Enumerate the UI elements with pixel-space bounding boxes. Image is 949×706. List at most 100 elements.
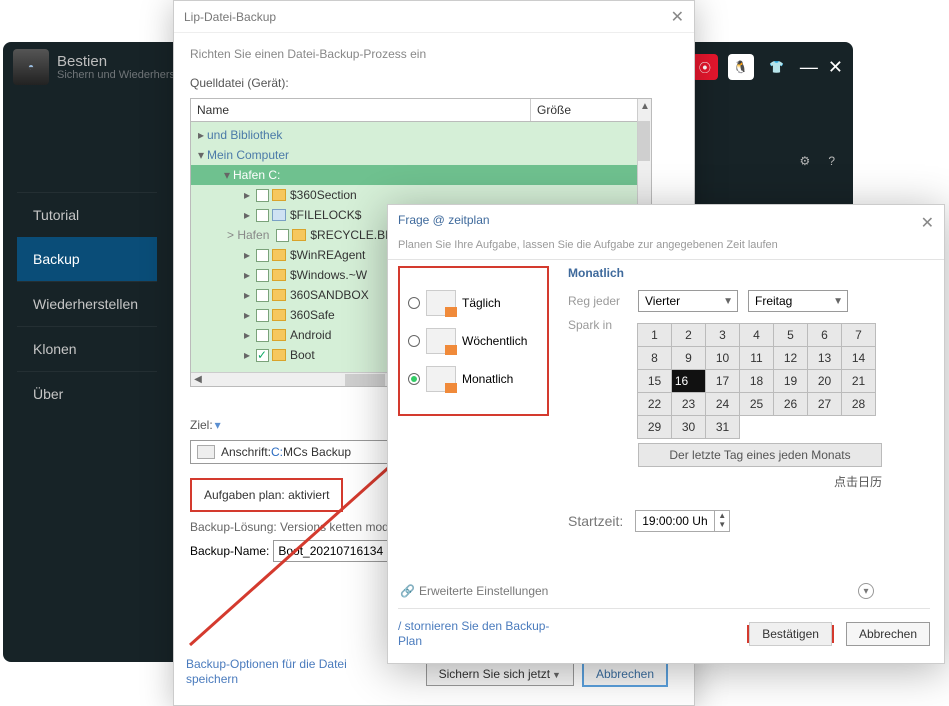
scrollbar-thumb[interactable] [638,121,650,161]
checkbox[interactable] [256,209,269,222]
tree-item[interactable]: $RECYCLE.BIN [310,228,397,242]
backup-options-link[interactable]: Backup-Optionen für die Datei speichern [186,657,386,687]
advanced-settings-toggle[interactable]: 🔗 Erweiterte Einstellungen ▾ [400,583,874,599]
chevron-down-icon[interactable]: ▼ [552,670,561,680]
sidebar-item-about[interactable]: Über [17,371,157,416]
day-cell-11[interactable]: 11 [739,346,774,370]
checkbox[interactable] [256,189,269,202]
minimize-button[interactable]: — [800,57,818,78]
expand-icon[interactable]: ▸ [195,128,207,142]
save-now-button[interactable]: Sichern Sie sich jetzt▼ [426,662,574,686]
day-cell-2[interactable]: 2 [671,323,706,347]
day-cell-15[interactable]: 15 [637,369,672,393]
day-cell-6[interactable]: 6 [807,323,842,347]
tree-item[interactable]: $WinREAgent [290,248,365,262]
start-time-input[interactable] [635,510,715,532]
close-icon[interactable]: ✕ [671,7,684,27]
settings-icon[interactable]: ⚙ [800,154,811,168]
day-cell-26[interactable]: 26 [773,392,808,416]
day-cell-21[interactable]: 21 [841,369,876,393]
checkbox[interactable] [276,229,289,242]
spin-up-icon[interactable]: ▲ [715,511,729,520]
expand-icon[interactable]: ▸ [241,208,253,222]
expand-icon[interactable]: ▾ [195,148,207,162]
radio-daily[interactable] [408,297,420,309]
spin-down-icon[interactable]: ▼ [715,520,729,529]
tree-computer[interactable]: Mein Computer [207,148,289,162]
radio-weekly[interactable] [408,335,420,347]
ordinal-select[interactable]: Vierter▼ [638,290,738,312]
expand-icon[interactable]: ▸ [241,288,253,302]
col-size[interactable]: Größe [531,99,577,121]
col-name[interactable]: Name [191,99,531,121]
day-cell-30[interactable]: 30 [671,415,706,439]
checkbox[interactable] [256,289,269,302]
weibo-icon[interactable]: ⦿ [692,54,718,80]
sidebar-item-backup[interactable]: Backup [17,237,157,281]
day-cell-20[interactable]: 20 [807,369,842,393]
day-cell-25[interactable]: 25 [739,392,774,416]
close-button[interactable]: ✕ [828,57,843,78]
help-icon[interactable]: ? [828,154,835,168]
day-cell-8[interactable]: 8 [637,346,672,370]
tree-item[interactable]: 360Safe [290,308,335,322]
day-cell-10[interactable]: 10 [705,346,740,370]
day-cell-12[interactable]: 12 [773,346,808,370]
tree-item[interactable]: Boot [290,348,315,362]
expand-icon[interactable]: ▸ [241,248,253,262]
scrollbar-thumb[interactable] [345,374,385,386]
sidebar-item-clone[interactable]: Klonen [17,326,157,371]
day-cell-28[interactable]: 28 [841,392,876,416]
expand-icon[interactable]: ▸ [241,348,253,362]
day-cell-19[interactable]: 19 [773,369,808,393]
cancel-plan-link[interactable]: / stornieren Sie den Backup-Plan [398,619,568,649]
day-cell-7[interactable]: 7 [841,323,876,347]
day-cell-5[interactable]: 5 [773,323,808,347]
scroll-up-icon[interactable]: ▲ [638,99,652,113]
last-day-button[interactable]: Der letzte Tag eines jeden Monats [638,443,882,467]
day-cell-4[interactable]: 4 [739,323,774,347]
sidebar-item-tutorial[interactable]: Tutorial [17,192,157,237]
day-cell-17[interactable]: 17 [705,369,740,393]
time-spinner[interactable]: ▲▼ [714,510,730,532]
day-cell-13[interactable]: 13 [807,346,842,370]
tree-item[interactable]: $Windows.~W [290,268,367,282]
day-cell-16[interactable]: 16 [671,369,706,393]
scroll-left-icon[interactable]: ◀ [191,374,205,385]
schedule-plan-button[interactable]: Aufgaben plan: aktiviert [190,478,343,512]
weekday-select[interactable]: Freitag▼ [748,290,848,312]
checkbox-checked[interactable] [256,349,269,362]
tree-item[interactable]: $FILELOCK$ [290,208,361,222]
day-cell-23[interactable]: 23 [671,392,706,416]
day-cell-14[interactable]: 14 [841,346,876,370]
expand-icon[interactable]: ▾ [221,168,233,182]
expand-icon[interactable]: ▸ [241,328,253,342]
skin-icon[interactable]: 👕 [764,54,790,80]
day-cell-3[interactable]: 3 [705,323,740,347]
chevron-down-icon[interactable]: ▾ [858,583,874,599]
day-cell-29[interactable]: 29 [637,415,672,439]
tree-item[interactable]: $360Section [290,188,357,202]
cancel-button[interactable]: Abbrechen [582,661,668,687]
checkbox[interactable] [256,309,269,322]
day-cell-22[interactable]: 22 [637,392,672,416]
day-cell-1[interactable]: 1 [637,323,672,347]
sidebar-item-restore[interactable]: Wiederherstellen [17,281,157,326]
close-icon[interactable]: ✕ [921,213,934,233]
qq-icon[interactable]: 🐧 [728,54,754,80]
day-cell-31[interactable]: 31 [705,415,740,439]
checkbox[interactable] [256,269,269,282]
day-cell-27[interactable]: 27 [807,392,842,416]
day-cell-9[interactable]: 9 [671,346,706,370]
expand-icon[interactable]: ▸ [241,188,253,202]
day-cell-18[interactable]: 18 [739,369,774,393]
checkbox[interactable] [256,249,269,262]
tree-item[interactable]: 360SANDBOX [290,288,369,302]
day-cell-24[interactable]: 24 [705,392,740,416]
expand-icon[interactable]: ▸ [241,308,253,322]
expand-icon[interactable]: ▸ [241,268,253,282]
tree-drive[interactable]: Hafen C: [233,168,280,182]
cancel-button[interactable]: Abbrechen [846,622,930,646]
radio-monthly[interactable] [408,373,420,385]
tree-item[interactable]: Android [290,328,331,342]
